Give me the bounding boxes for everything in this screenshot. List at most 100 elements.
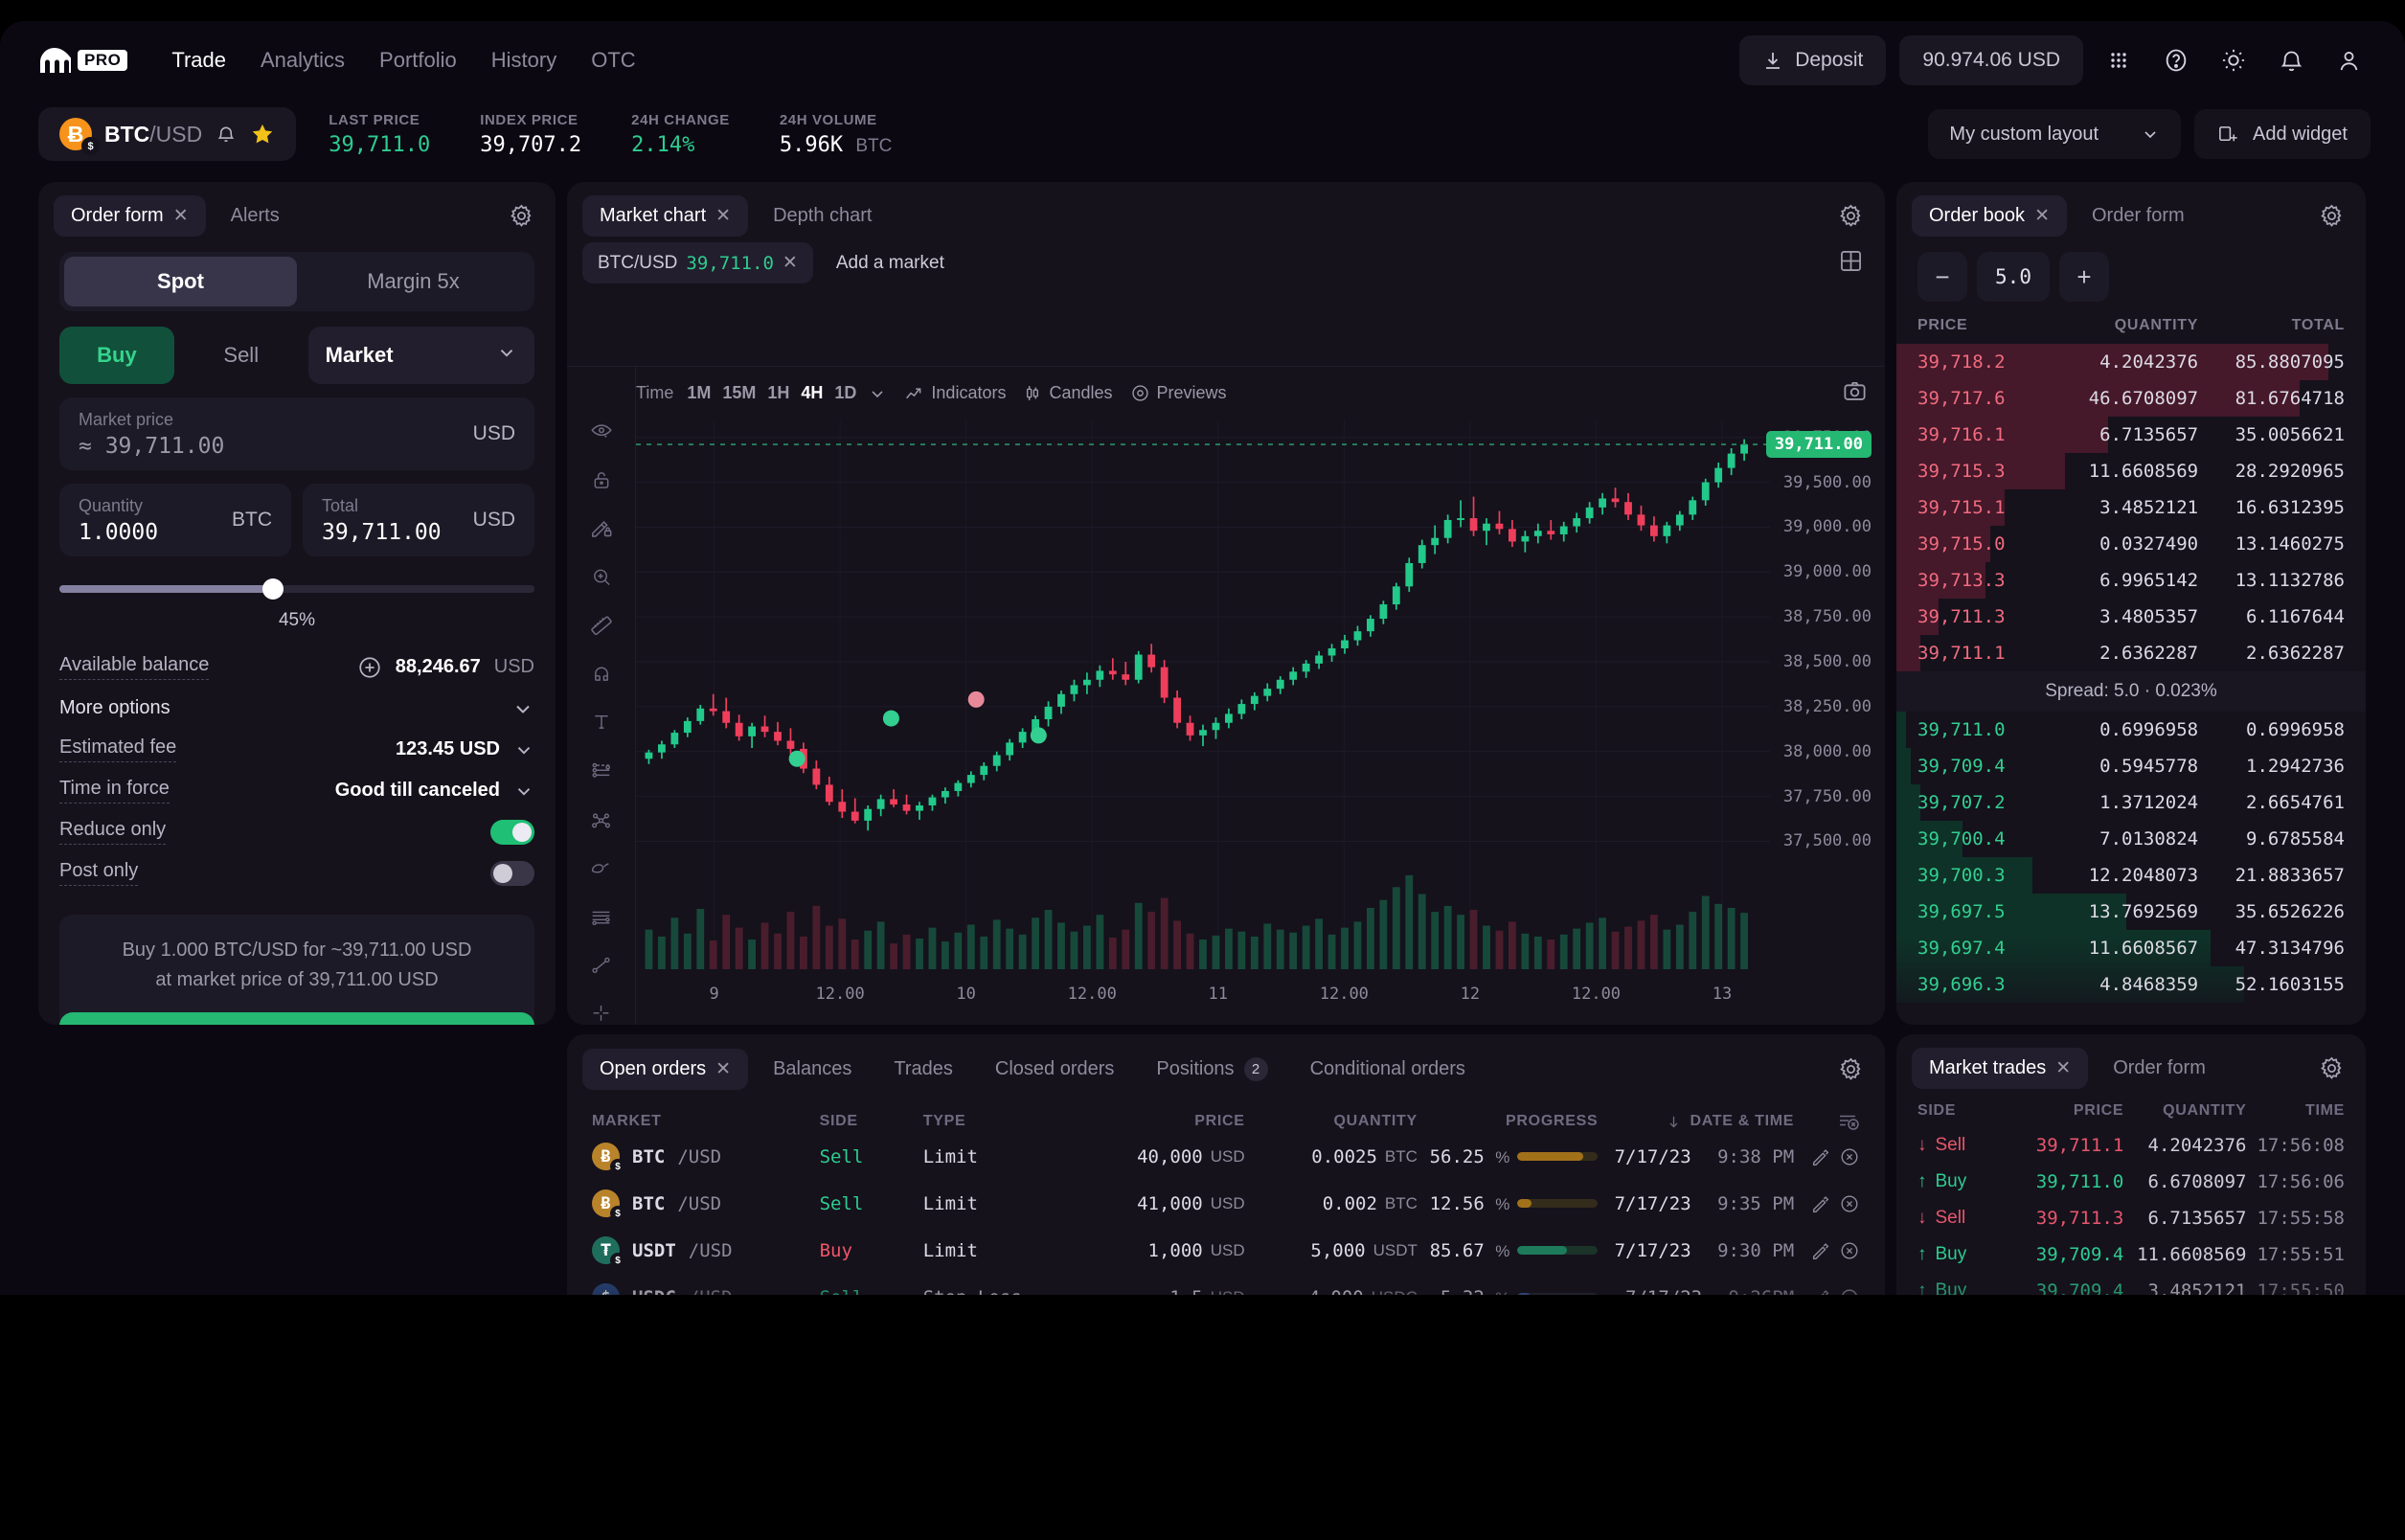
orders-col-price[interactable]: PRICE	[1072, 1110, 1244, 1133]
sell-tab[interactable]: Sell	[184, 327, 299, 384]
text-icon[interactable]	[588, 711, 615, 733]
trades-settings-gear-icon[interactable]	[2319, 1055, 2350, 1081]
timeframe-1h[interactable]: 1H	[767, 383, 789, 403]
trend-line-icon[interactable]	[587, 954, 615, 977]
table-row[interactable]: $$ USDC/USD SellStop Loss1.5 USD4,000 USDC…	[567, 1274, 1885, 1295]
edit-pencil-icon[interactable]	[1810, 1287, 1831, 1296]
close-icon[interactable]: ✕	[2055, 1059, 2071, 1077]
node-graph-icon[interactable]	[587, 808, 615, 831]
trade-row[interactable]: ↓ Sell 39,711.1 4.2042376 17:56:08	[1896, 1127, 2366, 1164]
order-book-row[interactable]: 39,711.0 0.6996958 0.6996958	[1896, 712, 2366, 748]
nav-link-trade[interactable]: Trade	[171, 48, 226, 73]
order-book-row[interactable]: 39,697.4 11.6608567 47.3134796	[1896, 930, 2366, 966]
timeframe-15m[interactable]: 15M	[722, 383, 756, 403]
nav-link-otc[interactable]: OTC	[591, 48, 635, 73]
timeframe-1d[interactable]: 1D	[834, 383, 856, 403]
add-widget-button[interactable]: Add widget	[2194, 109, 2371, 159]
tab-depth-chart[interactable]: Depth chart	[756, 195, 889, 237]
cancel-order-icon[interactable]	[1839, 1240, 1860, 1261]
trade-row[interactable]: ↑ Buy 39,709.4 11.6608569 17:55:51	[1896, 1236, 2366, 1273]
layout-select[interactable]: My custom layout	[1928, 109, 2182, 159]
order-book-row[interactable]: 39,707.2 1.3712024 2.6654761	[1896, 784, 2366, 821]
order-book-row[interactable]: 39,715.0 0.0327490 13.1460275	[1896, 526, 2366, 562]
nav-link-history[interactable]: History	[491, 48, 556, 73]
order-book-row[interactable]: 39,715.1 3.4852121 16.6312395	[1896, 489, 2366, 526]
previews-button[interactable]: Previews	[1130, 383, 1227, 403]
close-icon[interactable]: ✕	[2034, 207, 2050, 225]
edit-pencil-icon[interactable]	[1810, 1146, 1831, 1167]
timeframe-1m[interactable]: 1M	[687, 383, 711, 403]
close-icon[interactable]: ✕	[715, 1060, 731, 1078]
drop-icon[interactable]	[587, 856, 615, 879]
cancel-order-icon[interactable]	[1839, 1146, 1860, 1167]
table-row[interactable]: Ƀ $ BTC/USD Sell Limit 40,000 USD 0.0025 BTC 56…	[567, 1133, 1885, 1180]
orders-col-quantity[interactable]: QUANTITY	[1245, 1110, 1418, 1133]
order-book-row[interactable]: 39,697.5 13.7692569 35.6526226	[1896, 894, 2366, 930]
time-axis[interactable]: 9 12.00 10 12.00 11 12.00 12 12.00 13	[636, 985, 1770, 1013]
market-price-field[interactable]: Market price ≈ 39,711.00 USD	[59, 397, 534, 470]
deposit-button[interactable]: Deposit	[1739, 35, 1887, 85]
balance-button[interactable]: 90.974.06 USD	[1899, 35, 2083, 85]
apps-grid-icon[interactable]	[2097, 38, 2141, 82]
close-icon[interactable]: ✕	[715, 207, 731, 225]
magnifier-plus-icon[interactable]	[588, 566, 615, 588]
order-book-row[interactable]: 39,718.2 4.2042376 85.8807095	[1896, 344, 2366, 380]
time-in-force-row[interactable]: Time in force Good till canceled	[59, 770, 534, 811]
cancel-order-icon[interactable]	[1839, 1287, 1860, 1296]
plus-circle-icon[interactable]	[357, 655, 382, 680]
segment-spot[interactable]: Spot	[64, 257, 297, 306]
more-options-row[interactable]: More options	[59, 688, 534, 729]
cancel-order-icon[interactable]	[1839, 1193, 1860, 1214]
depth-decrease-button[interactable]: −	[1917, 252, 1967, 302]
order-book-settings-gear-icon[interactable]	[2319, 203, 2350, 229]
orders-settings-gear-icon[interactable]	[1838, 1056, 1870, 1082]
user-icon[interactable]	[2326, 38, 2371, 82]
tab-trades[interactable]: Trades	[876, 1049, 970, 1090]
order-book-row[interactable]: 39,696.3 4.8468359 52.1603155	[1896, 966, 2366, 1003]
tab-alerts[interactable]: Alerts	[214, 195, 297, 237]
table-row[interactable]: ₮ $ USDT/USD Buy Limit 1,000 USD 5,000 USDT 85.…	[567, 1227, 1885, 1274]
edit-pencil-icon[interactable]	[1810, 1240, 1831, 1261]
sun-icon[interactable]	[2212, 38, 2256, 82]
tab-order-form-trades[interactable]: Order form	[2096, 1048, 2223, 1089]
table-row[interactable]: Ƀ $ BTC/USD Sell Limit 41,000 USD 0.002 BTC 12.…	[567, 1180, 1885, 1227]
order-book-row[interactable]: 39,709.4 0.5945778 1.2942736	[1896, 748, 2366, 784]
pencil-lock-icon[interactable]	[587, 516, 616, 540]
timeframe-4h[interactable]: 4H	[801, 383, 823, 403]
order-form-settings-gear-icon[interactable]	[509, 203, 540, 229]
orders-cancel-all-icon[interactable]	[1794, 1110, 1860, 1133]
bell-icon[interactable]	[2269, 38, 2313, 82]
tab-closed-orders[interactable]: Closed orders	[978, 1049, 1132, 1090]
order-book-row[interactable]: 39,700.4 7.0130824 9.6785584	[1896, 821, 2366, 857]
nav-link-analytics[interactable]: Analytics	[261, 48, 345, 73]
tab-order-form-right[interactable]: Order form	[2075, 195, 2202, 237]
order-type-select[interactable]: Market	[307, 327, 535, 384]
total-field[interactable]: Total 39,711.00 USD	[303, 484, 534, 556]
tab-order-form[interactable]: Order form ✕	[54, 195, 206, 237]
buy-tab[interactable]: Buy	[59, 327, 174, 384]
ruler-icon[interactable]	[587, 614, 616, 638]
edit-pencil-icon[interactable]	[1810, 1193, 1831, 1214]
brand-logo[interactable]: PRO	[38, 48, 128, 73]
tab-order-book[interactable]: Order book ✕	[1912, 195, 2067, 237]
tab-market-chart[interactable]: Market chart ✕	[582, 195, 749, 237]
market-pair-selector[interactable]: Ƀ $ BTC/USD	[38, 107, 297, 161]
close-icon[interactable]: ✕	[783, 252, 798, 274]
chart-market-chip-btcusd[interactable]: BTC/USD 39,711.0 ✕	[582, 242, 813, 283]
order-book-row[interactable]: 39,713.3 6.9965142 13.1132786	[1896, 562, 2366, 599]
favorite-star-icon[interactable]	[250, 122, 275, 147]
depth-increase-button[interactable]: +	[2059, 252, 2109, 302]
depth-value[interactable]: 5.0	[1977, 252, 2050, 302]
slider-handle[interactable]	[262, 578, 284, 600]
chart-canvas-area[interactable]: 39,750.0039,500.0039,000.0039,000.0038,7…	[636, 419, 1885, 1025]
reduce-only-toggle[interactable]	[490, 819, 534, 845]
post-only-toggle[interactable]	[490, 860, 534, 886]
nav-link-portfolio[interactable]: Portfolio	[379, 48, 457, 73]
eye-icon[interactable]	[587, 419, 616, 443]
help-circle-icon[interactable]	[2154, 38, 2198, 82]
amount-slider[interactable]	[59, 578, 534, 600]
lock-open-icon[interactable]	[588, 469, 615, 491]
settings-sliders-icon[interactable]	[587, 759, 616, 782]
crosshair-icon[interactable]	[587, 1002, 615, 1025]
list-sliders-icon[interactable]	[587, 905, 615, 928]
